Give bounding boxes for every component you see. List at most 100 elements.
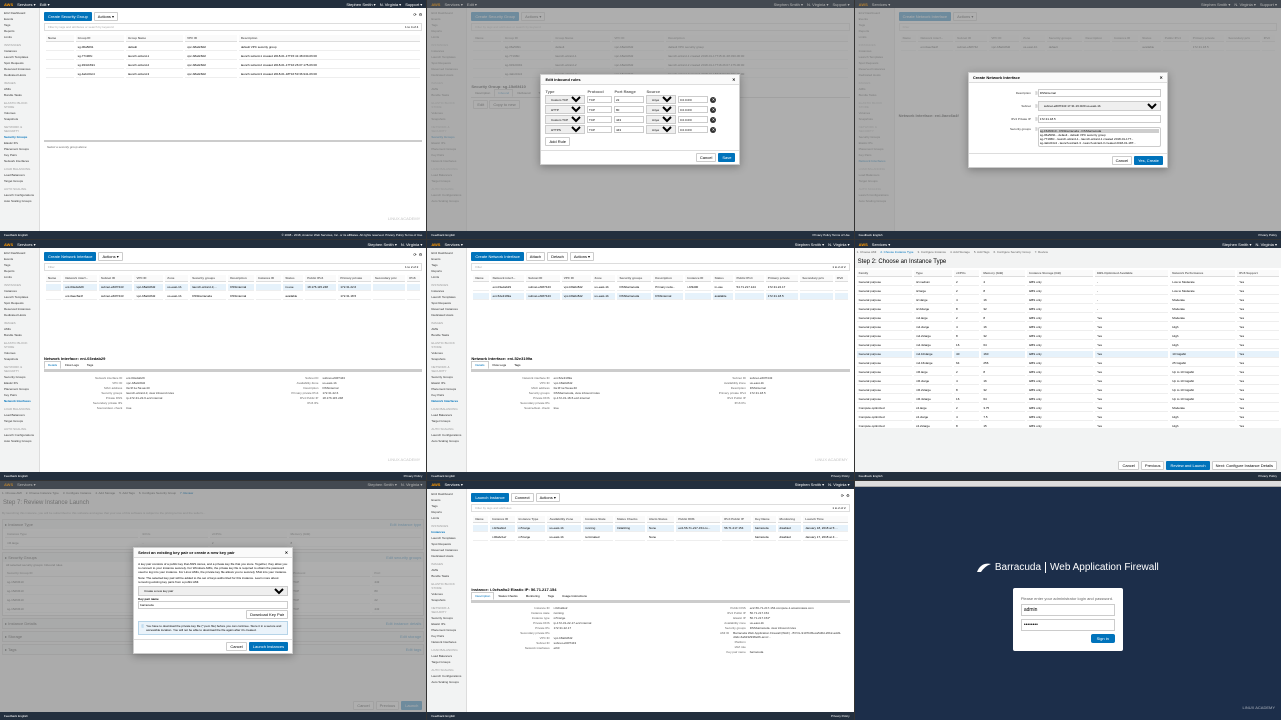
- breadcrumb-step[interactable]: 5. Add Tags: [974, 250, 990, 254]
- tab[interactable]: Monitoring: [522, 592, 544, 600]
- remove-rule-icon[interactable]: ✕: [710, 107, 716, 113]
- sidebar-item[interactable]: Network Interfaces: [429, 639, 464, 645]
- table-row[interactable]: eni-03edab29subnet-e60f7443vpc-b8a0c8d2u…: [46, 284, 420, 291]
- table-row[interactable]: General purposem4.2xlarge832EBS onlyYesH…: [857, 333, 1279, 340]
- rule-type[interactable]: Custom TCP Rule: [545, 115, 585, 124]
- table-row[interactable]: General purposem4.large28EBS onlyYesMode…: [857, 315, 1279, 322]
- signin-button[interactable]: Sign in: [1091, 634, 1115, 643]
- remove-rule-icon[interactable]: ✕: [710, 97, 716, 103]
- table-row[interactable]: sg-933cb691launch-wizard-2vpc-b8a0c8d2la…: [46, 62, 420, 69]
- sidebar-item[interactable]: Limits: [2, 274, 37, 280]
- description-input[interactable]: [1038, 89, 1161, 97]
- table-row[interactable]: General purposet2.xlarge416EBS only-Mode…: [857, 297, 1279, 304]
- table-row[interactable]: General purposet2.2xlarge832EBS only-Mod…: [857, 306, 1279, 313]
- table-row[interactable]: General purposem5.4xlarge1664EBS onlyYes…: [857, 396, 1279, 403]
- region-menu[interactable]: N. Virginia ▾: [380, 2, 402, 7]
- review-launch-button[interactable]: Review and Launch: [1166, 461, 1209, 470]
- subnet-select[interactable]: subnet-e60f7443 17.31.16.0/20 us-east-1b: [1038, 101, 1161, 111]
- sidebar-item[interactable]: Limits: [429, 515, 464, 521]
- cancel-button[interactable]: Cancel: [1118, 461, 1138, 470]
- sidebar-item[interactable]: Limits: [429, 274, 464, 280]
- tab[interactable]: Tags: [510, 361, 524, 369]
- breadcrumb-step[interactable]: 3. Configure Instance: [917, 250, 946, 254]
- previous-button[interactable]: Previous: [1141, 461, 1165, 470]
- tab[interactable]: Details: [471, 361, 488, 369]
- english-link[interactable]: English: [18, 233, 28, 237]
- table-row[interactable]: General purposem4.10xlarge40160EBS onlyY…: [857, 351, 1279, 358]
- connect-button[interactable]: Connect: [511, 493, 534, 502]
- table-row[interactable]: General purposem4.16xlarge64256EBS onlyY…: [857, 360, 1279, 367]
- services-menu[interactable]: Services ▾: [17, 2, 35, 7]
- launch-instances-button[interactable]: Launch Instances: [249, 642, 288, 651]
- sg-select[interactable]: sg-15d6f410 - DSSbarracuda - DSSbarracud…: [1038, 127, 1161, 147]
- table-row[interactable]: sg-77196fclaunch-wizard-1vpc-b8a0c8d2lau…: [46, 53, 420, 60]
- close-icon[interactable]: [285, 550, 288, 555]
- launch-instance-button[interactable]: Launch Instance: [471, 493, 508, 502]
- close-icon[interactable]: [732, 77, 735, 82]
- search-input[interactable]: Filter by tags and attributes or search …: [48, 25, 114, 29]
- aws-logo[interactable]: AWS: [4, 2, 13, 7]
- sidebar-item[interactable]: Dedicated Hosts: [2, 312, 37, 318]
- sidebar-item[interactable]: Network Interfaces: [2, 398, 37, 404]
- yes-create-button[interactable]: Yes, Create: [1134, 156, 1163, 165]
- remove-rule-icon[interactable]: ✕: [710, 117, 716, 123]
- rule-type[interactable]: Custom TCP Rule: [545, 95, 585, 104]
- table-row[interactable]: General purposet2.medium24EBS only-Low t…: [857, 279, 1279, 286]
- tab[interactable]: Details: [44, 361, 61, 369]
- attach-button[interactable]: Attach: [526, 252, 545, 261]
- breadcrumb-step[interactable]: 7. Review: [1035, 250, 1048, 254]
- remove-rule-icon[interactable]: ✕: [710, 127, 716, 133]
- table-row[interactable]: General purposem5.large28EBS onlyYesUp t…: [857, 369, 1279, 376]
- table-row[interactable]: Compute optimizedc4.large23.75EBS onlyYe…: [857, 405, 1279, 412]
- detach-button[interactable]: Detach: [547, 252, 568, 261]
- settings-icon[interactable]: [419, 12, 423, 21]
- create-sg-button[interactable]: Create Security Group: [44, 12, 92, 21]
- breadcrumb-step[interactable]: 6. Configure Security Group: [994, 250, 1031, 254]
- tab[interactable]: Status Checks: [494, 592, 521, 600]
- table-row[interactable]: General purposem5.2xlarge832EBS onlyYesU…: [857, 387, 1279, 394]
- rule-type[interactable]: HTTPS: [545, 125, 585, 134]
- sidebar-item[interactable]: Network Interfaces: [2, 158, 37, 164]
- username-input[interactable]: [1021, 604, 1115, 616]
- tab[interactable]: Tags: [544, 592, 558, 600]
- close-icon[interactable]: [1159, 75, 1162, 80]
- table-row[interactable]: General purposet2.large28EBS only-Low to…: [857, 288, 1279, 295]
- keypair-choice[interactable]: Create a new key pair: [138, 586, 288, 596]
- table-row[interactable]: General purposem4.4xlarge1664EBS onlyYes…: [857, 342, 1279, 349]
- rule-type[interactable]: HTTP: [545, 105, 585, 114]
- breadcrumb-step[interactable]: 4. Add Storage: [950, 250, 970, 254]
- table-row[interactable]: General purposem5.xlarge416EBS onlyYesUp…: [857, 378, 1279, 385]
- table-row[interactable]: eni-03edab29subnet-e60f7443vpc-b8a0c8d2u…: [473, 284, 847, 291]
- edit-menu[interactable]: Edit ▾: [40, 2, 50, 7]
- sidebar-item[interactable]: Dedicated Hosts: [429, 312, 464, 318]
- tab[interactable]: Flow Logs: [489, 361, 511, 369]
- table-row[interactable]: Compute optimizedc4.2xlarge815EBS onlyYe…: [857, 423, 1279, 428]
- cancel-button[interactable]: Cancel: [696, 153, 716, 162]
- cancel-button[interactable]: Cancel: [226, 642, 246, 651]
- table-row[interactable]: eni-52e3199asubnet-e60f7443vpc-b8a0c8d2u…: [473, 293, 847, 300]
- breadcrumb-step[interactable]: 1. Choose AMI: [857, 250, 877, 254]
- cancel-button[interactable]: Cancel: [1112, 156, 1132, 165]
- tab[interactable]: Tags: [83, 361, 97, 369]
- add-rule-button[interactable]: Add Rule: [545, 137, 569, 146]
- next-button[interactable]: Next: Configure Instance Details: [1212, 461, 1277, 470]
- table-row[interactable]: sg-4abc04c4launch-wizard-3vpc-b8a0c8d2la…: [46, 71, 420, 78]
- feedback-link[interactable]: Feedback: [4, 233, 17, 237]
- user-menu[interactable]: Stephen Smith ▾: [346, 2, 375, 7]
- password-input[interactable]: [1021, 619, 1115, 631]
- table-row[interactable]: Compute optimizedc4.xlarge47.5EBS onlyYe…: [857, 414, 1279, 421]
- table-row[interactable]: General purposem4.xlarge416EBS onlyYesHi…: [857, 324, 1279, 331]
- breadcrumb-step[interactable]: 2. Choose Instance Type: [880, 250, 913, 254]
- sidebar-item[interactable]: Dedicated Hosts: [429, 553, 464, 559]
- sidebar-item[interactable]: Network Interfaces: [429, 398, 464, 404]
- tab[interactable]: Description: [471, 592, 494, 600]
- tab[interactable]: Usage Instructions: [558, 592, 591, 600]
- support-menu[interactable]: Support ▾: [405, 2, 422, 7]
- download-keypair-button[interactable]: Download Key Pair: [246, 610, 288, 619]
- ipv4-input[interactable]: [1038, 115, 1161, 123]
- table-row[interactable]: eni-0aec6a4fsubnet-e60f7443vpc-b8a0c8d2u…: [46, 293, 420, 300]
- table-row[interactable]: sg-06a5091defaultvpc-b8a0c8d2default VPC…: [46, 44, 420, 51]
- actions-button[interactable]: Actions ▾: [94, 12, 118, 21]
- sidebar-item[interactable]: Dedicated Hosts: [2, 72, 37, 78]
- tab[interactable]: Flow Logs: [61, 361, 83, 369]
